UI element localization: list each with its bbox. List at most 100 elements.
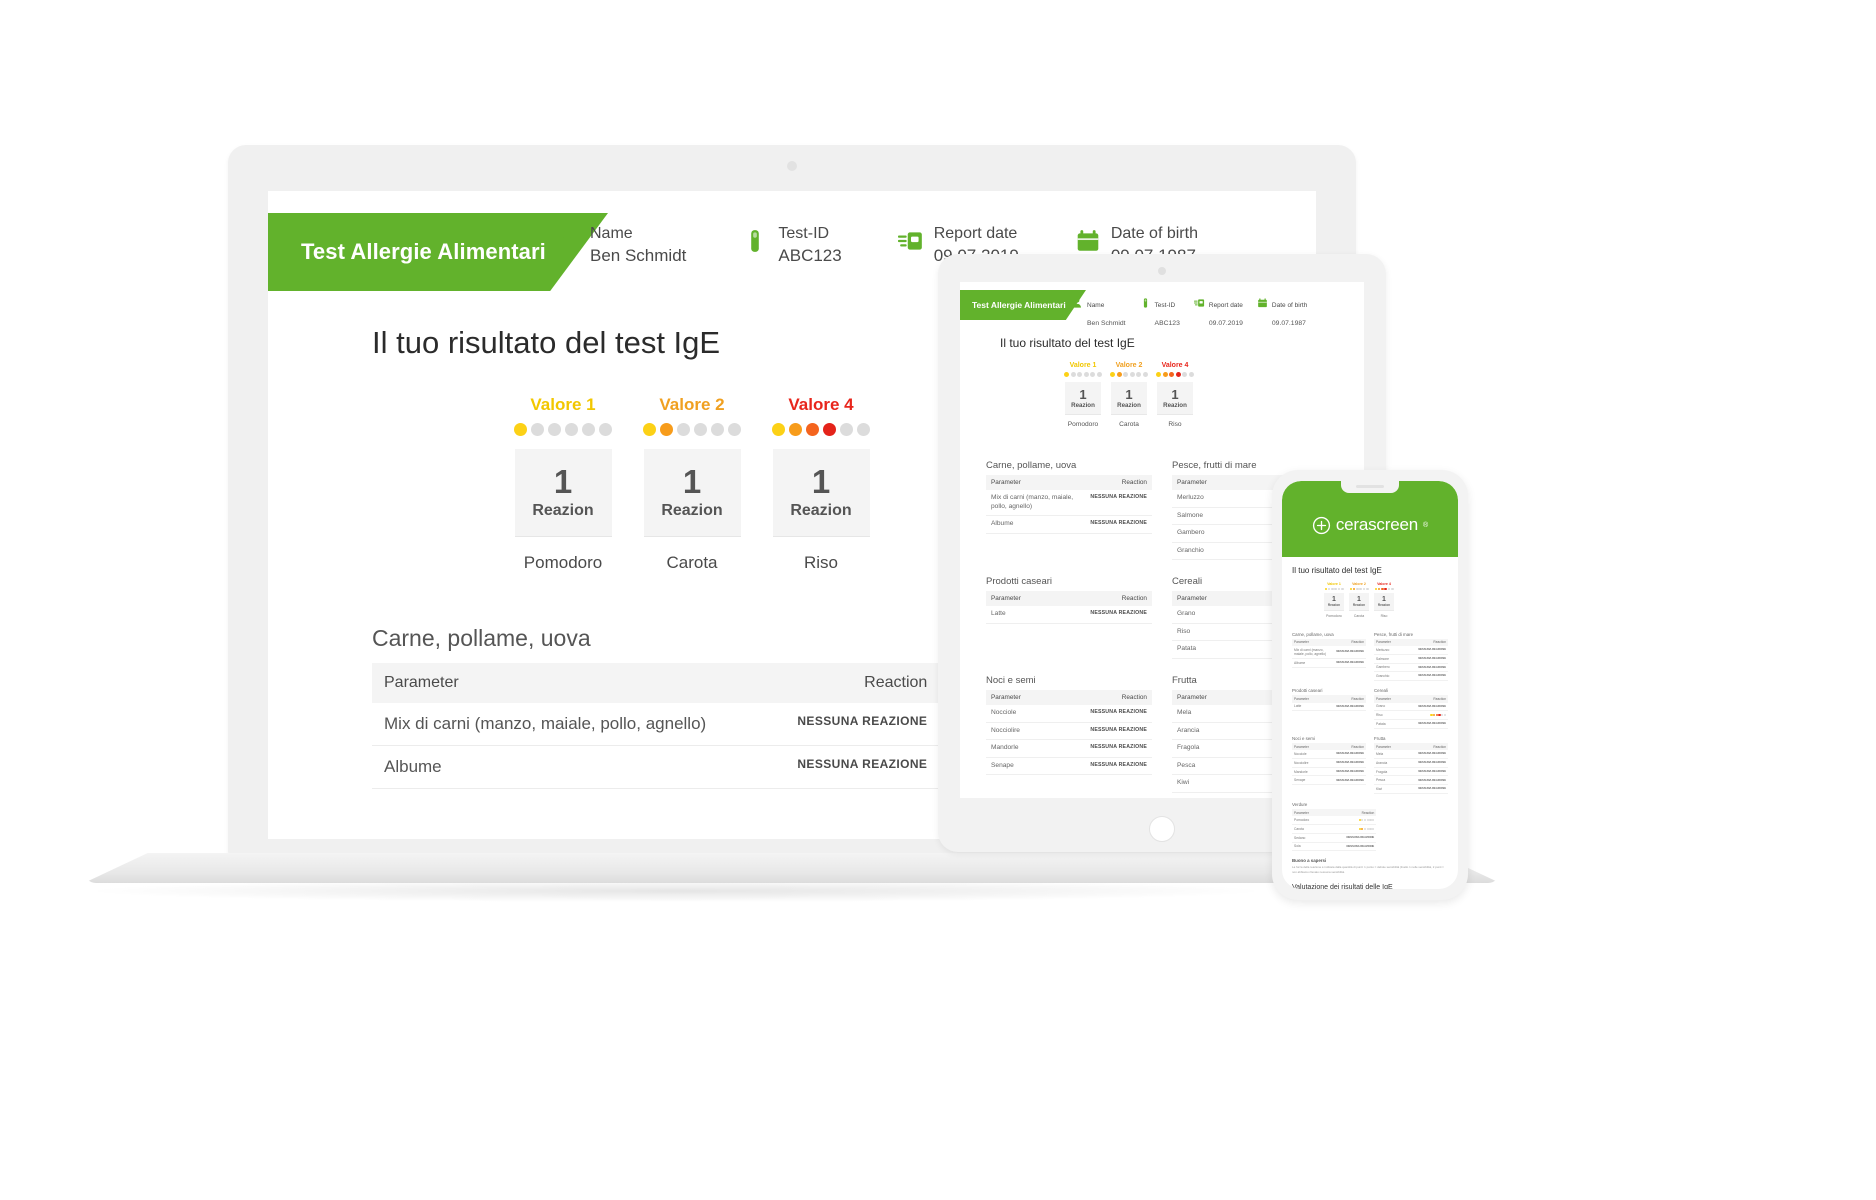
meta-name: Name Ben Schmidt <box>1072 294 1126 330</box>
parameter-name: Albume <box>986 515 1086 534</box>
valore-card[interactable]: Valore 2 1 Reazion Carota <box>1349 582 1369 618</box>
severity-dot <box>1356 587 1359 591</box>
valore-count-box: 1 Reazion <box>514 449 612 537</box>
report-icon <box>1193 299 1204 307</box>
table-title: Prodotti caseari <box>1292 688 1323 693</box>
meta-label: Date of birth <box>1271 302 1308 309</box>
meta-label: Test-ID <box>778 225 830 242</box>
parameter-name: Mix di carni (manzo, maiale, pollo, agne… <box>372 703 765 746</box>
parameter-name: Riso <box>1172 623 1235 642</box>
parameter-name: Granchio <box>1172 542 1235 561</box>
valore-card[interactable]: Valore 1 1 Reazion Pomodoro <box>514 395 612 573</box>
meta-test-id: Test-ID ABC123 <box>1140 294 1180 330</box>
tablet-camera-icon <box>1158 267 1166 275</box>
report-icon <box>897 227 924 261</box>
severity-dot <box>1390 587 1394 591</box>
valore-count: 1 <box>1357 595 1361 603</box>
valore-card[interactable]: Valore 4 1 Reazion Riso <box>1156 362 1194 428</box>
severity-dots <box>772 423 870 436</box>
parameter-name: Senape <box>1292 775 1320 786</box>
parameter-name: Nocciolire <box>1292 758 1320 768</box>
phone-valore-row: Valore 1 1 Reazion Pomodoro Valore 2 1 Reazion… <box>1292 582 1448 618</box>
reaction-cell: NESSUNA REAZIONE <box>1401 767 1448 777</box>
valore-card[interactable]: Valore 2 1 Reazion Carota <box>1110 362 1148 428</box>
tablet-home-button[interactable] <box>1149 816 1175 842</box>
col-parameter: Parameter <box>986 591 1049 607</box>
severity-dot <box>1188 372 1194 377</box>
reaction-cell: NESSUNA REAZIONE <box>1048 722 1152 741</box>
severity-dots <box>1374 587 1394 591</box>
meta-value: Ben Schmidt <box>590 245 687 265</box>
severity-dot <box>643 423 656 436</box>
meta-name: Name Ben Schmidt <box>554 223 686 268</box>
table-title: Noci e semi <box>1292 735 1315 741</box>
valore-count-box: 1 Reazion <box>772 449 870 537</box>
table-row: Sedano NESSUNA REAZIONE <box>1292 833 1377 843</box>
severity-dot <box>1337 587 1341 591</box>
phone-brand-header: cerascreen ® <box>1282 481 1458 557</box>
parameter-name: Mix di carni (manzo, maiale, pollo, agne… <box>1292 646 1335 660</box>
col-reaction: Reaction <box>1319 695 1366 703</box>
parameter-name: Granchio <box>1374 671 1402 681</box>
valore-count-box: 1 Reazion <box>1157 382 1193 415</box>
reaction-value: NESSUNA REAZIONE <box>1418 787 1446 791</box>
meta-test-id: Test-ID ABC123 <box>742 223 842 268</box>
brand-name: cerascreen <box>1335 515 1418 534</box>
valore-food: Carota <box>1119 421 1139 428</box>
severity-dot <box>1363 819 1367 822</box>
table-row: Latte NESSUNA REAZIONE <box>986 606 1152 624</box>
tablet-valore-row: Valore 1 1 Reazion Pomodoro Valore 2 1 Reazion… <box>960 362 1364 428</box>
reaction-cell: NESSUNA REAZIONE <box>1319 767 1366 777</box>
col-reaction: Reaction <box>1401 638 1448 647</box>
valore-count: 1 <box>1332 595 1336 603</box>
valore-card[interactable]: Valore 4 1 Reazion Riso <box>772 395 870 573</box>
table-row: Latte NESSUNA REAZIONE <box>1292 702 1366 712</box>
severity-dot <box>857 423 870 436</box>
valore-card[interactable]: Valore 1 1 Reazion Pomodoro <box>1064 362 1102 428</box>
valore-title: Valore 1 <box>530 395 596 414</box>
severity-dot <box>1362 587 1366 591</box>
valore-food: Riso <box>803 553 838 572</box>
valore-card[interactable]: Valore 1 1 Reazion Pomodoro <box>1324 582 1344 618</box>
valore-count-box: 1 Reazion <box>643 449 741 537</box>
laptop-camera-icon <box>787 161 797 171</box>
table-title: Carne, pollame, uova <box>986 460 1077 471</box>
phone-note-body: La forza della reazione è indicata dalla… <box>1292 865 1444 874</box>
reaction-value: NESSUNA REAZIONE <box>1418 722 1446 726</box>
col-reaction: Reaction <box>764 663 940 703</box>
reaction-value: NESSUNA REAZIONE <box>1336 704 1364 708</box>
reaction-cell: NESSUNA REAZIONE <box>1334 658 1366 668</box>
valore-card[interactable]: Valore 2 1 Reazion Carota <box>643 395 741 573</box>
table-row: Nocciolire NESSUNA REAZIONE <box>986 722 1152 741</box>
parameter-name: Kiwi <box>1172 774 1235 793</box>
reaction-cell: NESSUNA REAZIONE <box>1401 646 1448 655</box>
col-reaction: Reaction <box>1401 695 1448 703</box>
reaction-cell: NESSUNA REAZIONE <box>1319 775 1366 786</box>
reaction-value: NESSUNA REAZIONE <box>1336 752 1364 756</box>
reaction-value: NESSUNA REAZIONE <box>1090 520 1147 527</box>
meta-value: 09.07.1987 <box>1271 320 1306 327</box>
reaction-cell: NESSUNA REAZIONE <box>764 745 940 789</box>
severity-dot <box>789 423 802 436</box>
parameter-name: Grano <box>1172 606 1235 624</box>
calendar-icon <box>1257 296 1268 310</box>
valore-card[interactable]: Valore 4 1 Reazion Riso <box>1374 582 1394 618</box>
meta-value: ABC123 <box>778 245 842 265</box>
severity-dot <box>1327 587 1331 591</box>
valore-count: 1 <box>811 463 831 500</box>
severity-dot <box>1162 372 1168 377</box>
meta-label: Report date <box>1208 302 1243 309</box>
reaction-cell: NESSUNA REAZIONE <box>1048 606 1152 624</box>
valore-count: 1 <box>1079 386 1087 402</box>
parameter-name: Pomodoro <box>1292 816 1324 826</box>
report-icon <box>1193 296 1205 310</box>
col-parameter: Parameter <box>986 689 1049 705</box>
severity-dots <box>643 423 741 436</box>
severity-dot <box>772 423 785 436</box>
reaction-value: NESSUNA REAZIONE <box>1418 657 1446 661</box>
table-block: Carne, pollame, uova Parameter Reaction Mix… <box>986 448 1152 560</box>
parameter-name: Carota <box>1292 824 1324 834</box>
parameter-name: Mix di carni (manzo, maiale, pollo, agne… <box>986 490 1086 517</box>
parameter-name: Gambero <box>1374 663 1402 673</box>
severity-dot <box>548 423 561 436</box>
